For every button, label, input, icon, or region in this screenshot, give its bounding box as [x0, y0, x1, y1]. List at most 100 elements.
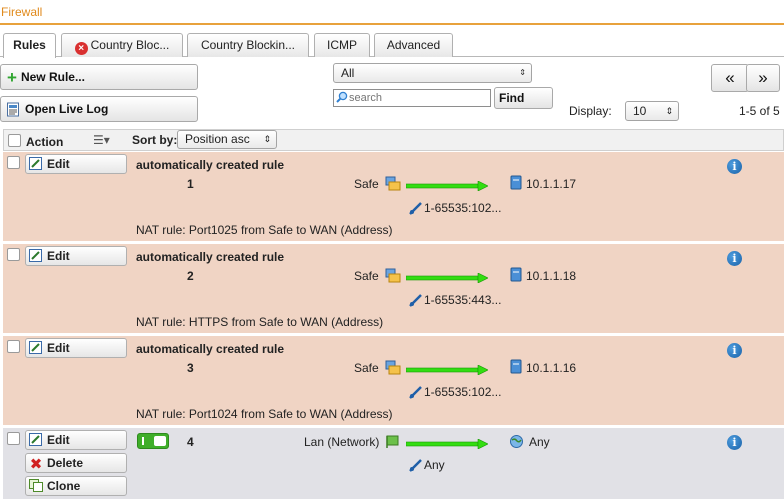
edit-icon: [29, 433, 42, 446]
tab-rules-label: Rules: [13, 38, 46, 52]
table-row[interactable]: Edit automatically created rule 2 Safe 1…: [3, 244, 784, 333]
edit-label: Edit: [47, 157, 70, 171]
table-header: Action ☰▾ Sort by: Position asc ⇕: [3, 129, 784, 151]
rule-note: NAT rule: HTTPS from Safe to WAN (Addres…: [136, 315, 384, 329]
edit-label: Edit: [47, 341, 70, 355]
rule-service: 1-65535:102...: [424, 201, 502, 215]
rule-service: 1-65535:443...: [424, 293, 502, 307]
info-icon[interactable]: i: [727, 435, 742, 450]
info-icon[interactable]: i: [727, 159, 742, 174]
tab-advanced[interactable]: Advanced: [374, 33, 453, 57]
rule-service: 1-65535:102...: [424, 385, 502, 399]
rule-destination: 10.1.1.18: [526, 269, 577, 283]
edit-label: Edit: [47, 433, 70, 447]
sort-label: Sort by:: [132, 133, 178, 147]
arrow-icon: [406, 439, 488, 449]
tab-country-blocking-2-label: Country Blockin...: [200, 38, 296, 52]
next-page-button[interactable]: »: [746, 64, 780, 92]
find-button[interactable]: Find: [494, 87, 553, 109]
row-checkbox[interactable]: [7, 156, 20, 169]
service-plug-icon: [409, 202, 422, 215]
edit-button[interactable]: Edit: [25, 338, 127, 358]
prev-page-button[interactable]: «: [711, 64, 749, 92]
toggle-on-mark: [142, 437, 144, 445]
folder-zone-icon: [385, 268, 401, 283]
arrow-icon: [406, 181, 488, 191]
edit-button[interactable]: Edit: [25, 154, 127, 174]
rule-enabled-toggle[interactable]: [137, 433, 169, 449]
tab-rules[interactable]: Rules: [3, 33, 56, 58]
tab-country-blocking-1[interactable]: × Country Bloc...: [61, 33, 183, 57]
rule-title: automatically created rule: [136, 250, 285, 264]
rule-destination: 10.1.1.17: [526, 177, 577, 191]
rule-destination: Any: [529, 435, 550, 449]
filter-select-value: All: [341, 66, 355, 80]
filter-select[interactable]: All ⇕: [333, 63, 532, 83]
stepper-icon: ⇕: [665, 106, 673, 116]
sort-select-value: Position asc: [185, 132, 250, 146]
page-title: Firewall: [1, 5, 43, 19]
rule-position: 2: [187, 269, 194, 283]
folder-zone-icon: [385, 176, 401, 191]
delete-button[interactable]: ✖ Delete: [25, 453, 127, 473]
arrow-icon: [406, 365, 488, 375]
edit-label: Edit: [47, 249, 70, 263]
column-menu-icon[interactable]: ☰▾: [93, 133, 110, 147]
edit-icon: [29, 341, 42, 354]
row-checkbox[interactable]: [7, 248, 20, 261]
title-bar: Firewall: [0, 0, 784, 25]
rule-note: NAT rule: Port1025 from Safe to WAN (Add…: [136, 223, 393, 237]
open-live-log-button[interactable]: Open Live Log: [0, 96, 198, 122]
info-icon[interactable]: i: [727, 251, 742, 266]
select-all-checkbox[interactable]: [8, 134, 21, 147]
service-plug-icon: [409, 386, 422, 399]
rule-source: Safe: [354, 269, 379, 283]
edit-button[interactable]: Edit: [25, 246, 127, 266]
table-row[interactable]: Edit automatically created rule 1 Safe 1…: [3, 152, 784, 241]
stepper-icon: ⇕: [263, 134, 271, 144]
pagination-count: 1-5 of 5: [739, 104, 780, 118]
rule-source: Safe: [354, 177, 379, 191]
next-page-label: »: [758, 68, 768, 87]
delete-label: Delete: [47, 456, 84, 470]
log-icon: [7, 102, 19, 117]
delete-x-icon: ✖: [29, 456, 43, 473]
rule-position: 1: [187, 177, 194, 191]
tab-icmp-label: ICMP: [327, 38, 357, 52]
edit-icon: [29, 157, 42, 170]
tab-icmp[interactable]: ICMP: [314, 33, 370, 57]
tab-country-blocking-2[interactable]: Country Blockin...: [187, 33, 309, 57]
table-row[interactable]: Edit automatically created rule 3 Safe 1…: [3, 336, 784, 425]
toggle-knob: [154, 436, 166, 446]
edit-icon: [29, 249, 42, 262]
clone-button[interactable]: Clone: [25, 476, 127, 496]
clone-label: Clone: [47, 479, 81, 493]
row-checkbox[interactable]: [7, 340, 20, 353]
rule-title: automatically created rule: [136, 342, 285, 356]
rule-source: Safe: [354, 361, 379, 375]
tab-country-blocking-1-label: Country Bloc...: [90, 38, 170, 52]
sort-select[interactable]: Position asc ⇕: [177, 130, 277, 149]
rule-title: automatically created rule: [136, 158, 285, 172]
find-label: Find: [499, 91, 525, 105]
rule-note: NAT rule: Port1024 from Safe to WAN (Add…: [136, 407, 393, 421]
display-count-value: 10: [633, 104, 647, 118]
edit-button[interactable]: Edit: [25, 430, 127, 450]
search-input[interactable]: [349, 90, 487, 106]
table-row[interactable]: Edit ✖ Delete Clone 4 Lan (Network) Any A…: [3, 428, 784, 499]
action-header: Action: [26, 135, 64, 149]
rule-position: 4: [187, 435, 194, 449]
rule-position: 3: [187, 361, 194, 375]
rule-source: Lan (Network): [304, 435, 380, 449]
service-plug-icon: [409, 294, 422, 307]
search-box: [333, 89, 491, 107]
info-icon[interactable]: i: [727, 343, 742, 358]
display-count-select[interactable]: 10 ⇕: [625, 101, 679, 121]
network-flag-icon: [386, 435, 399, 448]
new-rule-button[interactable]: + New Rule...: [0, 64, 198, 90]
error-icon: ×: [74, 42, 88, 55]
host-icon: [510, 267, 522, 282]
row-checkbox[interactable]: [7, 432, 20, 445]
host-icon: [510, 359, 522, 374]
tab-bar: Rules × Country Bloc... Country Blockin..…: [0, 33, 784, 58]
